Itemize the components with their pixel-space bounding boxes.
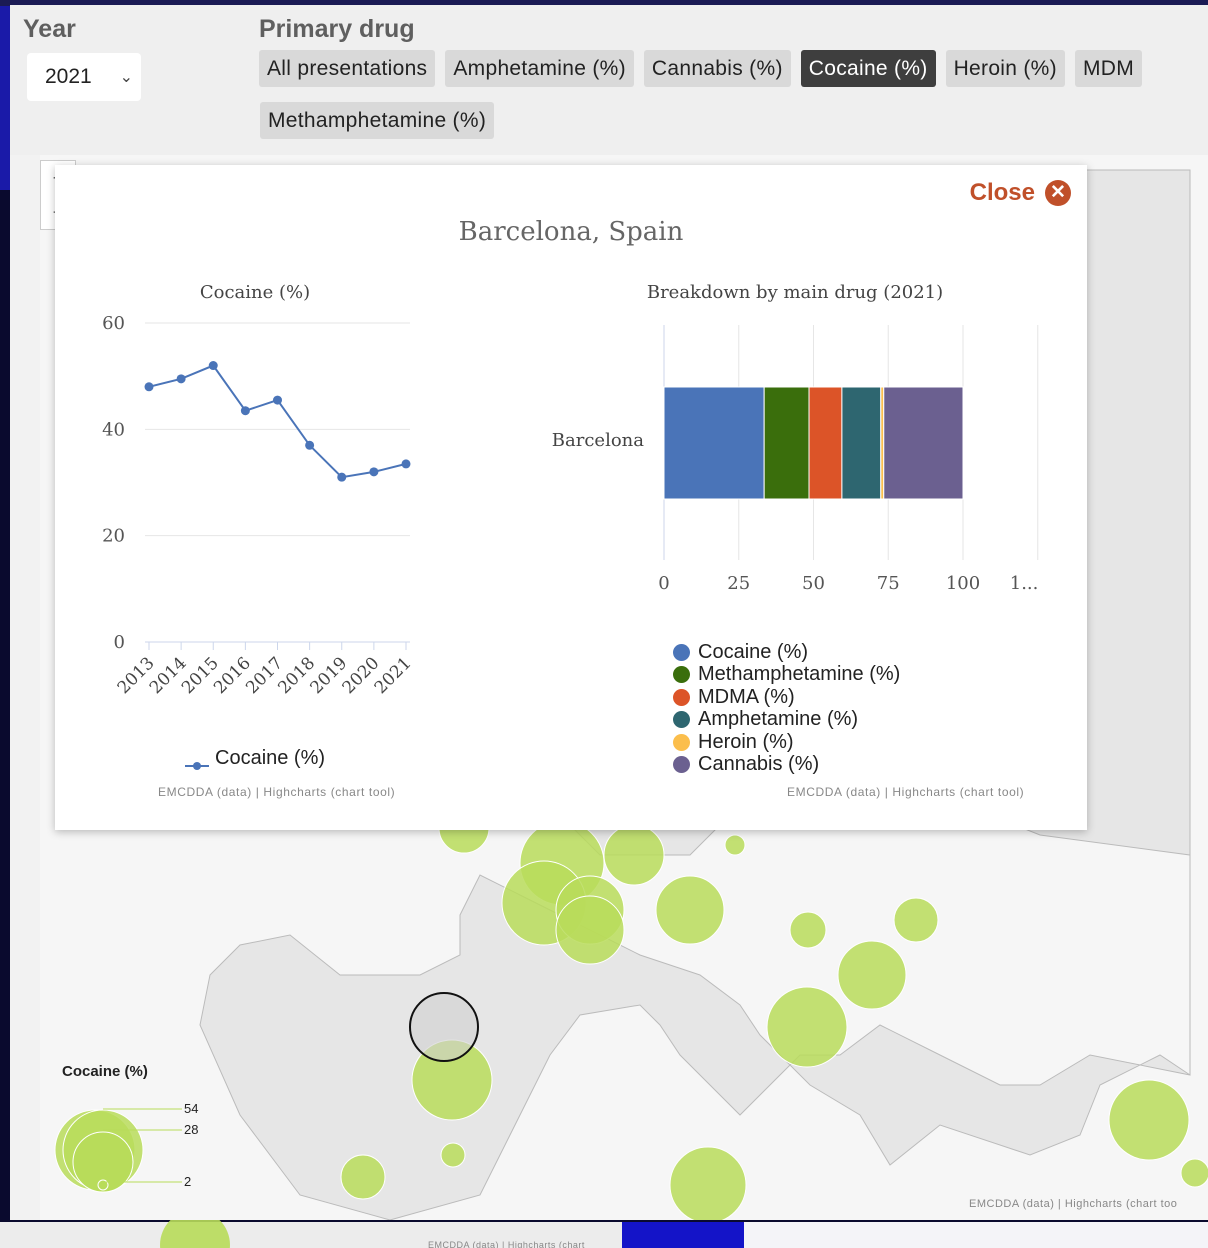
map-credit[interactable]: EMCDDA (data) | Highcharts (chart too — [969, 1198, 1177, 1210]
map-bubble — [1108, 1079, 1190, 1161]
line-chart-series — [148, 364, 407, 479]
bar-legend-label: MDMA (%) — [698, 685, 795, 708]
line-chart-xtick: 2016 — [210, 653, 255, 698]
line-chart-xtick: 2014 — [146, 653, 191, 698]
bar-legend-item[interactable]: MDMA (%) — [673, 686, 900, 709]
bar-chart-credit[interactable]: EMCDDA (data) | Highcharts (chart tool) — [787, 785, 1024, 799]
map-bubble — [669, 1146, 747, 1220]
line-chart-xtick: 2015 — [178, 653, 223, 698]
bar-legend-item[interactable]: Cannabis (%) — [673, 753, 900, 777]
legend-value: 28 — [184, 1122, 198, 1137]
line-chart-ytick: 0 — [114, 632, 125, 653]
bar-segment — [763, 386, 810, 500]
map-panel: Year 2021 ⌄ Primary drug All presentatio… — [10, 5, 1208, 1220]
line-chart-point — [401, 459, 411, 469]
bar-legend-label: Cocaine (%) — [698, 640, 809, 663]
map-legend-title: Cocaine (%) — [62, 1063, 148, 1080]
bar-legend-item[interactable]: Heroin (%) — [673, 731, 900, 754]
background-bottom-white — [744, 1222, 1208, 1248]
bar-chart-xtick: 0 — [658, 573, 669, 594]
line-chart-point — [273, 395, 282, 405]
line-chart-xtick: 2021 — [371, 653, 416, 698]
selected-city-marker — [409, 992, 479, 1062]
bar-segment — [883, 386, 964, 500]
bar-legend-item[interactable]: Methamphetamine (%) — [673, 663, 901, 687]
legend-value: 2 — [184, 1174, 191, 1189]
bar-chart-xtick: 50 — [802, 573, 825, 594]
legend-dot-icon — [673, 643, 690, 661]
bar-legend-label: Amphetamine (%) — [698, 708, 859, 731]
line-chart-xtick: 2017 — [242, 653, 287, 698]
map-bubble — [655, 875, 725, 945]
line-chart-point — [240, 406, 250, 416]
bar-chart-legend: Cocaine (%) Methamphetamine (%) MDMA (%) Am… — [673, 641, 900, 776]
city-popup: Close ✕ Barcelona, Spain Cocaine (%) 60 40… — [55, 165, 1087, 830]
line-chart-xtick: 2019 — [307, 653, 352, 698]
legend-line-label: Cocaine (%) — [215, 747, 326, 769]
map-bubble — [789, 911, 827, 949]
bar-segment — [841, 386, 882, 500]
line-chart-point — [208, 361, 218, 371]
line-chart-point — [337, 472, 347, 482]
line-chart-xtick: 2013 — [114, 653, 159, 698]
line-chart-point — [305, 440, 315, 450]
line-chart-ytick: 20 — [102, 526, 125, 547]
bar-legend-label: Methamphetamine (%) — [698, 663, 901, 686]
line-chart-title: Cocaine (%) — [200, 282, 310, 303]
line-chart-legend[interactable]: Cocaine (%) — [185, 747, 325, 770]
bar-chart-xtick: 75 — [877, 573, 900, 594]
bar-segment — [808, 386, 843, 500]
legend-dot-icon — [673, 733, 690, 751]
legend-value: 54 — [184, 1101, 198, 1116]
line-chart-point — [176, 374, 186, 384]
legend-line-marker — [185, 754, 209, 770]
map-bubble — [837, 940, 907, 1010]
map-bubble — [766, 986, 848, 1068]
line-chart-ytick: 60 — [102, 313, 125, 334]
line-chart-xtick: 2018 — [274, 653, 319, 698]
line-chart-xtick: 2020 — [339, 653, 384, 698]
bar-chart-title: Breakdown by main drug (2021) — [647, 282, 943, 303]
map-bubble — [603, 824, 665, 886]
background-credit: EMCDDA (data) | Highcharts (chart — [428, 1240, 585, 1248]
map-bubble — [440, 1142, 466, 1168]
map-bubble — [1180, 1158, 1208, 1188]
bar-legend-label: Heroin (%) — [698, 730, 794, 753]
bar-chart-xtick: 25 — [727, 573, 750, 594]
bar-legend-label: Cannabis (%) — [698, 753, 820, 776]
line-chart-point — [144, 382, 154, 392]
bar-chart-xtick: 100 — [946, 573, 980, 594]
map-bubble — [340, 1154, 386, 1200]
legend-dot-icon — [673, 688, 690, 706]
legend-dot-icon — [673, 756, 690, 774]
map-bubble — [724, 834, 746, 856]
bar-legend-item[interactable]: Amphetamine (%) — [673, 708, 900, 732]
line-chart-ytick: 40 — [102, 419, 125, 440]
popup-charts: Cocaine (%)60402002013201420152016201720… — [102, 282, 1039, 698]
line-chart-point — [369, 467, 379, 477]
map-bubble — [893, 897, 939, 943]
bar-chart-xtick: 1... — [1010, 573, 1039, 594]
line-chart-credit[interactable]: EMCDDA (data) | Highcharts (chart tool) — [158, 785, 395, 799]
background-bottom-blue — [622, 1222, 744, 1248]
bar-segment — [663, 386, 765, 500]
legend-dot-icon — [673, 711, 690, 729]
bar-legend-item[interactable]: Cocaine (%) — [673, 641, 900, 664]
bar-chart-category: Barcelona — [552, 430, 644, 451]
legend-dot-icon — [673, 666, 690, 684]
map-bubble — [555, 895, 625, 965]
